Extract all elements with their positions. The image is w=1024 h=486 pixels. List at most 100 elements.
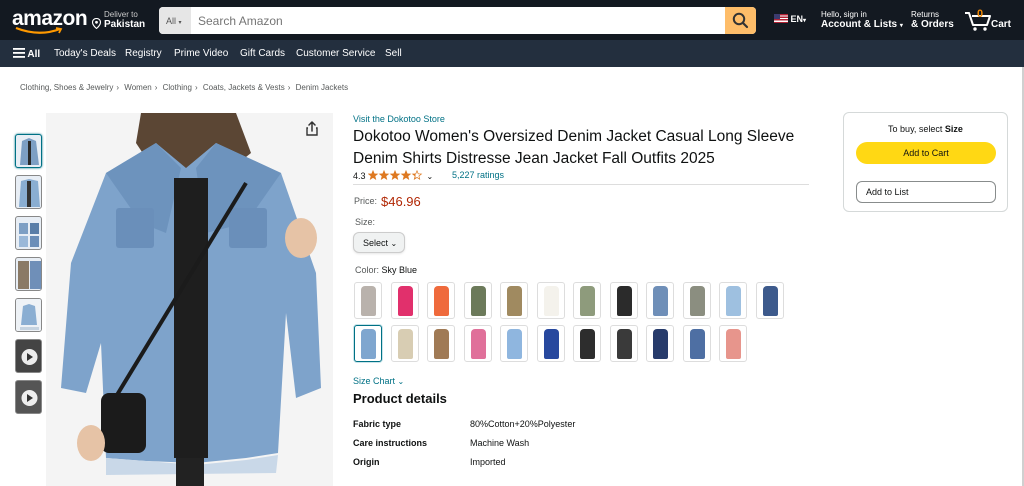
color-swatch[interactable] — [573, 325, 601, 362]
size-dropdown-value: Select — [363, 238, 389, 248]
ratings-count-link[interactable]: 5,227 ratings — [452, 170, 504, 180]
jacket-swatch-icon — [434, 286, 449, 316]
size-dropdown[interactable]: Select ⌄ — [353, 232, 405, 253]
detail-row: Care instructions Machine Wash — [353, 438, 529, 448]
color-swatch[interactable] — [354, 325, 382, 362]
breadcrumb-item[interactable]: Women — [124, 83, 151, 92]
language-selector[interactable]: EN▾ — [774, 14, 806, 24]
jacket-swatch-icon — [397, 329, 413, 359]
jacket-swatch-icon — [653, 329, 668, 359]
search-category-dropdown[interactable]: All ▾ — [159, 7, 191, 34]
returns-orders[interactable]: Returns & Orders — [911, 10, 954, 30]
jacket-swatch-icon — [434, 329, 449, 359]
detail-key: Fabric type — [353, 419, 402, 429]
color-swatch[interactable] — [719, 325, 747, 362]
us-flag-icon — [774, 14, 788, 23]
play-icon — [21, 390, 38, 406]
chevron-down-icon: ⌄ — [397, 377, 405, 386]
thumbnail-image[interactable] — [15, 216, 42, 250]
video-thumbnail[interactable] — [15, 339, 42, 373]
video-thumbnail[interactable] — [15, 380, 42, 414]
color-swatch[interactable] — [609, 325, 638, 362]
search-icon — [732, 12, 749, 29]
jacket-swatch-icon — [653, 286, 668, 316]
product-title: Dokotoo Women's Oversized Denim Jacket C… — [353, 128, 795, 167]
color-swatch[interactable] — [682, 282, 711, 319]
size-chart-link[interactable]: Size Chart ⌄ — [353, 376, 404, 386]
size-chart-label: Size Chart — [353, 376, 396, 386]
deliver-to[interactable]: Deliver to Pakistan — [104, 10, 145, 30]
color-swatch[interactable] — [719, 282, 747, 319]
color-swatch[interactable] — [609, 282, 638, 319]
rating-summary[interactable]: 4.3 ⌄ — [353, 169, 433, 181]
search-button[interactable] — [725, 7, 756, 34]
add-to-list-button[interactable]: Add to List — [856, 181, 996, 203]
color-swatch[interactable] — [536, 282, 565, 319]
nav-all-menu[interactable]: All — [13, 48, 40, 60]
detail-row: Origin Imported — [353, 457, 506, 467]
breadcrumb-item[interactable]: Clothing, Shoes & Jewelry — [20, 83, 113, 92]
color-swatch[interactable] — [646, 282, 674, 319]
jacket-thumbnail-icon — [19, 179, 40, 207]
jacket-swatch-icon — [470, 286, 486, 316]
chevron-down-icon: ▾ — [803, 18, 807, 24]
main-product-image[interactable] — [46, 113, 333, 486]
logo-smile-icon — [15, 27, 63, 34]
denim-jacket-photo-icon — [46, 113, 333, 486]
color-swatch[interactable] — [390, 325, 419, 362]
nav-registry[interactable]: Registry — [125, 48, 162, 59]
cart-button[interactable]: 0 Cart — [964, 8, 1011, 37]
account-lists-label: Account & Lists ▾ — [821, 19, 903, 30]
color-swatch[interactable] — [427, 325, 455, 362]
thumbnail-image[interactable] — [15, 134, 42, 168]
nav-sell[interactable]: Sell — [385, 48, 402, 59]
color-swatch[interactable] — [646, 325, 674, 362]
nav-prime-video[interactable]: Prime Video — [174, 48, 228, 59]
price-label: Price: — [354, 196, 378, 206]
account-lists[interactable]: Hello, sign in Account & Lists ▾ — [821, 10, 903, 31]
cart-label: Cart — [991, 19, 1012, 30]
breadcrumb-item[interactable]: Clothing — [163, 83, 192, 92]
color-swatch[interactable] — [463, 325, 492, 362]
search-input[interactable] — [193, 7, 723, 34]
color-swatch[interactable] — [682, 325, 711, 362]
thumbnail-image[interactable] — [15, 175, 42, 209]
orders-label: & Orders — [911, 19, 954, 30]
color-swatch[interactable] — [755, 282, 784, 319]
chevron-down-icon: ▾ — [178, 20, 182, 26]
jacket-swatch-icon — [543, 329, 559, 359]
nav-todays-deals[interactable]: Today's Deals — [54, 48, 116, 59]
detail-row: Fabric type 80%Cotton+20%Polyester — [353, 419, 575, 429]
jacket-thumbnail-icon — [20, 138, 39, 165]
jacket-swatch-icon — [543, 286, 559, 316]
jacket-swatch-icon — [726, 286, 741, 316]
color-swatch[interactable] — [354, 282, 382, 319]
color-swatch[interactable] — [463, 282, 492, 319]
detail-key: Care instructions — [353, 438, 428, 448]
breadcrumb-item[interactable]: Coats, Jackets & Vests — [203, 83, 285, 92]
color-swatch[interactable] — [390, 282, 419, 319]
add-to-cart-button[interactable]: Add to Cart — [856, 142, 996, 164]
detail-value: Imported — [470, 457, 506, 467]
jacket-swatch-icon — [616, 329, 632, 359]
nav-customer-service[interactable]: Customer Service — [296, 48, 375, 59]
color-swatch[interactable] — [500, 325, 528, 362]
nav-gift-cards[interactable]: Gift Cards — [240, 48, 285, 59]
color-swatch[interactable] — [427, 282, 455, 319]
thumbnail-image[interactable] — [15, 257, 42, 291]
returns-label: Returns — [911, 10, 940, 19]
color-label: Color: Sky Blue — [355, 265, 418, 275]
detail-value: Machine Wash — [470, 438, 530, 448]
search-bar: All ▾ — [159, 7, 756, 34]
jacket-swatch-icon — [470, 329, 486, 359]
color-swatch[interactable] — [573, 282, 601, 319]
store-link[interactable]: Visit the Dokotoo Store — [353, 114, 445, 124]
deliver-label: Deliver to — [104, 10, 138, 19]
color-swatch[interactable] — [536, 325, 565, 362]
share-icon[interactable] — [305, 121, 319, 137]
color-swatch[interactable] — [500, 282, 528, 319]
breadcrumb-item[interactable]: Denim Jackets — [296, 83, 348, 92]
thumbnail-image[interactable] — [15, 298, 42, 332]
jacket-swatch-icon — [397, 286, 413, 316]
account-greeting: Hello, sign in — [821, 10, 867, 19]
